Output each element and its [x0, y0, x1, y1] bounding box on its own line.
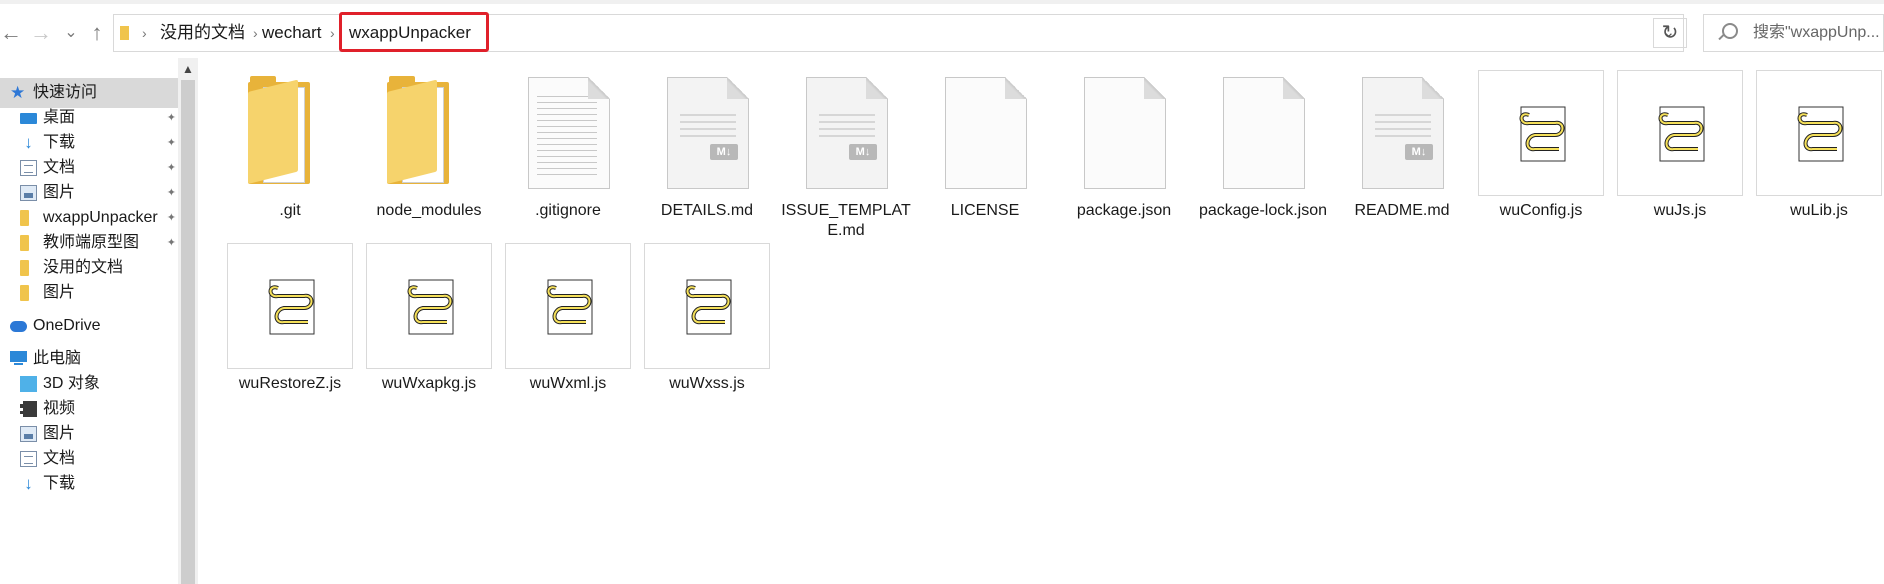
script-file-icon: [644, 243, 770, 369]
up-button[interactable]: ↑: [86, 18, 108, 48]
file-name: package.json: [1076, 202, 1172, 219]
file-name: wuConfig.js: [1499, 202, 1583, 219]
script-file-icon: [1617, 70, 1743, 196]
file-name: .gitignore: [535, 202, 601, 219]
breadcrumb-current[interactable]: wxappUnpacker: [349, 15, 471, 51]
blank-file-icon: [1200, 70, 1326, 196]
navigation-pane: ★ 快速访问 桌面 ✦ ↓ 下载 ✦ 文档 ✦ 图片 ✦ wxappUnpack…: [0, 58, 178, 584]
onedrive-icon: [10, 321, 27, 332]
folder-icon: [20, 285, 29, 301]
3d-objects-icon: [20, 376, 37, 392]
download-icon: ↓: [24, 133, 33, 152]
breadcrumb-item[interactable]: 没用的文档: [160, 15, 245, 51]
address-toolbar: ← → ⌄ ↑ › 没用的文档 › wechart › wxappUnpacke…: [0, 4, 1884, 58]
file-name: .git: [279, 202, 301, 219]
file-name: wuLib.js: [1790, 202, 1848, 219]
file-name: LICENSE: [950, 202, 1020, 219]
breadcrumb-item[interactable]: wechart: [262, 15, 322, 51]
markdown-file-icon: M↓: [1339, 70, 1465, 196]
folder-icon: [20, 210, 29, 226]
text-file-icon: [505, 70, 631, 196]
file-name: DETAILS.md: [660, 202, 754, 219]
this-pc-icon: [10, 351, 27, 365]
search-placeholder: 搜索"wxappUnp...: [1753, 24, 1880, 41]
pin-icon[interactable]: ✦: [167, 161, 176, 174]
sidebar-item-pictures-folder[interactable]: 图片: [0, 278, 178, 308]
breadcrumb-separator[interactable]: ›: [253, 15, 258, 51]
search-icon: [1722, 23, 1738, 39]
refresh-button[interactable]: ↻: [1653, 18, 1687, 48]
folder-icon: [20, 260, 29, 276]
sidebar-item-pc-downloads[interactable]: ↓ 下载: [0, 469, 178, 499]
recent-locations-button[interactable]: ⌄: [62, 18, 80, 48]
folder-icon: [366, 70, 492, 196]
forward-button[interactable]: →: [30, 18, 52, 48]
folder-icon: [120, 26, 129, 40]
videos-icon: [20, 401, 37, 417]
file-name: ISSUE_TEMPLATE.md: [781, 202, 911, 239]
pin-icon[interactable]: ✦: [167, 236, 176, 249]
script-file-icon: [505, 243, 631, 369]
file-name: node_modules: [376, 202, 482, 219]
file-name: wuWxss.js: [669, 375, 745, 392]
file-name: wuWxml.js: [529, 375, 607, 392]
back-button[interactable]: ←: [0, 18, 22, 48]
file-name: wuJs.js: [1653, 202, 1707, 219]
star-icon: ★: [10, 83, 26, 102]
breadcrumb-separator[interactable]: ›: [330, 15, 335, 51]
sidebar-item-label: OneDrive: [33, 317, 101, 334]
pin-icon[interactable]: ✦: [167, 211, 176, 224]
sidebar-item-onedrive[interactable]: OneDrive: [0, 311, 178, 341]
blank-file-icon: [922, 70, 1048, 196]
script-file-icon: [366, 243, 492, 369]
documents-icon: [20, 451, 37, 467]
file-view: .git node_modules .gitignore M↓ DETAILS.…: [198, 58, 1884, 584]
download-icon: ↓: [24, 474, 33, 493]
sidebar-item-label: 下载: [43, 475, 76, 492]
pin-icon[interactable]: ✦: [167, 111, 176, 124]
scroll-up-icon[interactable]: ▲: [182, 62, 194, 76]
script-file-icon: [227, 243, 353, 369]
address-bar[interactable]: › 没用的文档 › wechart › wxappUnpacker ⌄: [113, 12, 1684, 52]
markdown-file-icon: M↓: [783, 70, 909, 196]
file-name: README.md: [1354, 202, 1450, 219]
pictures-icon: [20, 426, 37, 442]
script-file-icon: [1756, 70, 1882, 196]
scrollbar-thumb[interactable]: [181, 80, 195, 584]
folder-icon: [227, 70, 353, 196]
pin-icon[interactable]: ✦: [167, 136, 176, 149]
search-input[interactable]: 搜索"wxappUnp...: [1703, 14, 1884, 52]
script-file-icon: [1478, 70, 1604, 196]
desktop-icon: [20, 113, 37, 124]
sidebar-item-label: 图片: [43, 284, 76, 301]
markdown-file-icon: M↓: [644, 70, 770, 196]
file-name: package-lock.json: [1198, 202, 1328, 219]
pin-icon[interactable]: ✦: [167, 186, 176, 199]
file-name: wuRestoreZ.js: [238, 375, 342, 392]
breadcrumb-separator[interactable]: ›: [142, 15, 147, 51]
sidebar-scrollbar[interactable]: ▲: [178, 58, 198, 584]
pictures-icon: [20, 185, 37, 201]
folder-icon: [20, 235, 29, 251]
blank-file-icon: [1061, 70, 1187, 196]
file-name: wuWxapkg.js: [381, 375, 477, 392]
documents-icon: [20, 160, 37, 176]
